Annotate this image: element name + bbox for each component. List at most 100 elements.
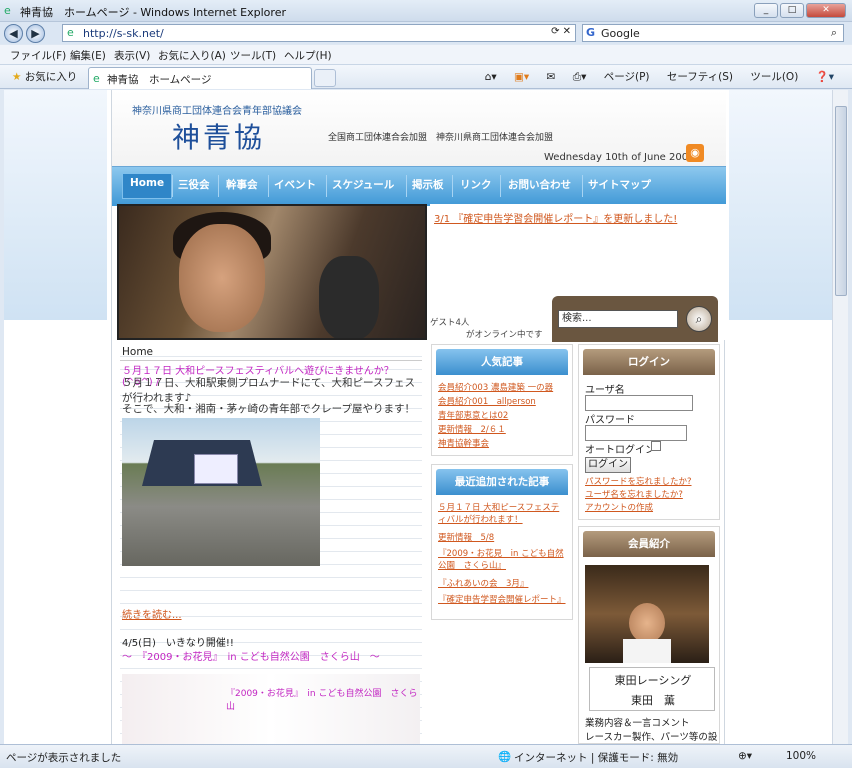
favorites-bar: ★ お気に入り e 神青協 ホームページ ⌂▾ ▣▾ ✉ ⎙▾ ページ(P) セ… bbox=[0, 65, 852, 89]
login-panel: ログイン ユーザ名 パスワード オートログイン ログイン パスワードを忘れました… bbox=[578, 344, 720, 520]
popular-item[interactable]: 青年部恵意とは02 bbox=[438, 409, 508, 421]
popular-item[interactable]: 更新情報 2/６１ bbox=[438, 423, 506, 435]
recent-item[interactable]: 『確定申告学習会開催レポート』 bbox=[438, 593, 566, 605]
favorites-button[interactable]: ★ お気に入り bbox=[12, 69, 77, 84]
online-guests: ゲスト4人 がオンライン中です bbox=[430, 316, 543, 340]
menu-help[interactable]: ヘルプ(H) bbox=[284, 48, 332, 63]
popular-item[interactable]: 神青協幹事会 bbox=[438, 437, 489, 449]
browser-tab[interactable]: e 神青協 ホームページ bbox=[88, 67, 312, 89]
address-bar[interactable]: e http://s-sk.net/ ⟳ ✕ bbox=[62, 24, 576, 42]
menu-view[interactable]: 表示(V) bbox=[114, 48, 150, 63]
maximize-button[interactable]: □ bbox=[780, 3, 804, 18]
menu-edit[interactable]: 編集(E) bbox=[70, 48, 106, 63]
member-desc: 業務内容＆一言コメント bbox=[585, 718, 690, 729]
window-buttons: _ □ ✕ bbox=[754, 3, 846, 18]
autologin-checkbox[interactable] bbox=[651, 441, 661, 451]
member-desc: レースカー製作、パーツ等の設 bbox=[585, 732, 718, 743]
article-photo: 『2009・お花見』 in こども自然公園 さくら山 bbox=[122, 674, 420, 744]
menu-file[interactable]: ファイル(F) bbox=[10, 48, 66, 63]
article-date: 4/5(日) いきなり開催!! bbox=[122, 638, 234, 649]
zoom-icon[interactable]: ⊕▾ bbox=[738, 750, 752, 762]
help-icon[interactable]: ❓▾ bbox=[816, 71, 834, 83]
recent-item[interactable]: 『ふれあいの会 3月』 bbox=[438, 577, 528, 589]
zoom-level[interactable]: 100% bbox=[786, 750, 816, 762]
page-menu[interactable]: ページ(P) bbox=[604, 71, 650, 83]
site-search-button[interactable]: ⌕ bbox=[686, 306, 712, 332]
popular-item[interactable]: 会員紹介003 濃島建築 一の器 bbox=[438, 381, 553, 393]
article-title[interactable]: ～ 『2009・お花見』 in こども自然公園 さくら山 ～ bbox=[122, 648, 380, 663]
site-search-input[interactable]: 検索... bbox=[558, 310, 678, 328]
recent-item[interactable]: 『2009・お花見 in こども自然公園 さくら山』 bbox=[438, 547, 566, 571]
window-title: 神青協 ホームページ - Windows Internet Explorer bbox=[20, 6, 286, 19]
photo-banner bbox=[194, 454, 238, 484]
article-photo bbox=[122, 418, 320, 566]
forgot-password-link[interactable]: パスワードを忘れましたか? bbox=[585, 475, 692, 487]
print-icon[interactable]: ⎙▾ bbox=[573, 71, 587, 83]
photo-child bbox=[629, 603, 665, 643]
minimize-button[interactable]: _ bbox=[754, 3, 778, 18]
recent-panel: 最近追加された記事 ５月１７日 大和ピースフェスティバルが行われます！ 更新情報… bbox=[431, 464, 573, 620]
menu-favorites[interactable]: お気に入り(A) bbox=[158, 48, 226, 63]
header-photo bbox=[117, 204, 427, 340]
home-icon[interactable]: ⌂▾ bbox=[485, 71, 497, 83]
create-account-link[interactable]: アカウントの作成 bbox=[585, 501, 653, 513]
rss-icon[interactable]: ◉ bbox=[686, 144, 704, 162]
password-label: パスワード bbox=[585, 415, 635, 426]
nav-divider bbox=[452, 175, 453, 197]
scroll-thumb[interactable] bbox=[835, 106, 847, 296]
forgot-username-link[interactable]: ユーザ名を忘れましたか? bbox=[585, 488, 683, 500]
forward-button[interactable]: ▶ bbox=[26, 24, 45, 43]
nav-bbs[interactable]: 掲示板 bbox=[412, 177, 444, 192]
security-zone: インターネット | 保護モード: 無効 bbox=[514, 752, 679, 764]
menu-bar: ファイル(F) 編集(E) 表示(V) お気に入り(A) ツール(T) ヘルプ(… bbox=[0, 45, 852, 65]
vertical-scrollbar[interactable] bbox=[832, 90, 848, 744]
recent-item[interactable]: ５月１７日 大和ピースフェスティバルが行われます！ bbox=[438, 501, 566, 525]
nav-divider bbox=[218, 175, 219, 197]
username-field[interactable] bbox=[585, 395, 693, 411]
popular-title: 人気記事 bbox=[436, 349, 568, 375]
feeds-icon[interactable]: ▣▾ bbox=[514, 71, 529, 83]
safety-menu[interactable]: セーフティ(S) bbox=[667, 71, 733, 83]
breadcrumb: Home bbox=[122, 346, 154, 358]
favorites-label: お気に入り bbox=[24, 71, 78, 83]
nav-kanjikai[interactable]: 幹事会 bbox=[226, 177, 258, 192]
tools-menu[interactable]: ツール(O) bbox=[750, 71, 798, 83]
ie-icon: e bbox=[4, 4, 11, 17]
news-link[interactable]: 3/1 『確定申告学習会開催レポート』を更新しました! bbox=[434, 210, 677, 225]
autologin-label: オートログイン bbox=[585, 445, 655, 456]
nav-events[interactable]: イベント bbox=[274, 177, 316, 192]
site-header: 神奈川県商工団体連合会青年部協議会 神青協 全国商工団体連合会加盟 神奈川県商工… bbox=[112, 90, 726, 166]
nav-schedule[interactable]: スケジュール bbox=[332, 177, 394, 192]
search-placeholder: Google bbox=[601, 27, 640, 40]
guest-count: ゲスト4人 bbox=[430, 318, 470, 328]
status-bar: ページが表示されました 🌐 インターネット | 保護モード: 無効 ⊕▾ 100… bbox=[0, 744, 852, 768]
password-field[interactable] bbox=[585, 425, 687, 441]
popular-item[interactable]: 会員紹介001 allperson bbox=[438, 395, 536, 407]
star-icon: ★ bbox=[12, 71, 22, 83]
new-tab-button[interactable] bbox=[314, 69, 336, 87]
site-search: 検索... ⌕ bbox=[552, 296, 718, 342]
recent-item[interactable]: 更新情報 5/8 bbox=[438, 531, 494, 543]
menu-tools[interactable]: ツール(T) bbox=[230, 48, 276, 63]
refresh-icon[interactable]: ⟳ ✕ bbox=[551, 26, 571, 37]
search-box[interactable]: G Google ⌕ bbox=[582, 24, 844, 42]
search-icon[interactable]: ⌕ bbox=[831, 26, 837, 40]
globe-icon: 🌐 bbox=[498, 751, 512, 763]
back-button[interactable]: ◀ bbox=[4, 24, 23, 43]
nav-home[interactable]: Home bbox=[130, 177, 164, 189]
member-company: 東田レーシング bbox=[614, 674, 692, 687]
read-more-link[interactable]: 続きを読む... bbox=[122, 606, 182, 621]
mail-icon[interactable]: ✉ bbox=[547, 71, 556, 83]
nav-divider bbox=[406, 175, 407, 197]
address-row: ◀ ▶ e http://s-sk.net/ ⟳ ✕ G Google ⌕ bbox=[0, 22, 852, 44]
header-date: Wednesday 10th of June 2009 bbox=[544, 152, 695, 163]
nav-sitemap[interactable]: サイトマップ bbox=[588, 177, 651, 192]
site-logo[interactable]: 神青協 bbox=[172, 116, 265, 156]
nav-sanyakukai[interactable]: 三役会 bbox=[178, 177, 210, 192]
photo-shirt bbox=[623, 639, 671, 663]
close-button[interactable]: ✕ bbox=[806, 3, 846, 18]
nav-contact[interactable]: お問い合わせ bbox=[508, 177, 571, 192]
nav-divider bbox=[500, 175, 501, 197]
login-button[interactable]: ログイン bbox=[585, 457, 631, 473]
nav-links[interactable]: リンク bbox=[460, 177, 492, 192]
